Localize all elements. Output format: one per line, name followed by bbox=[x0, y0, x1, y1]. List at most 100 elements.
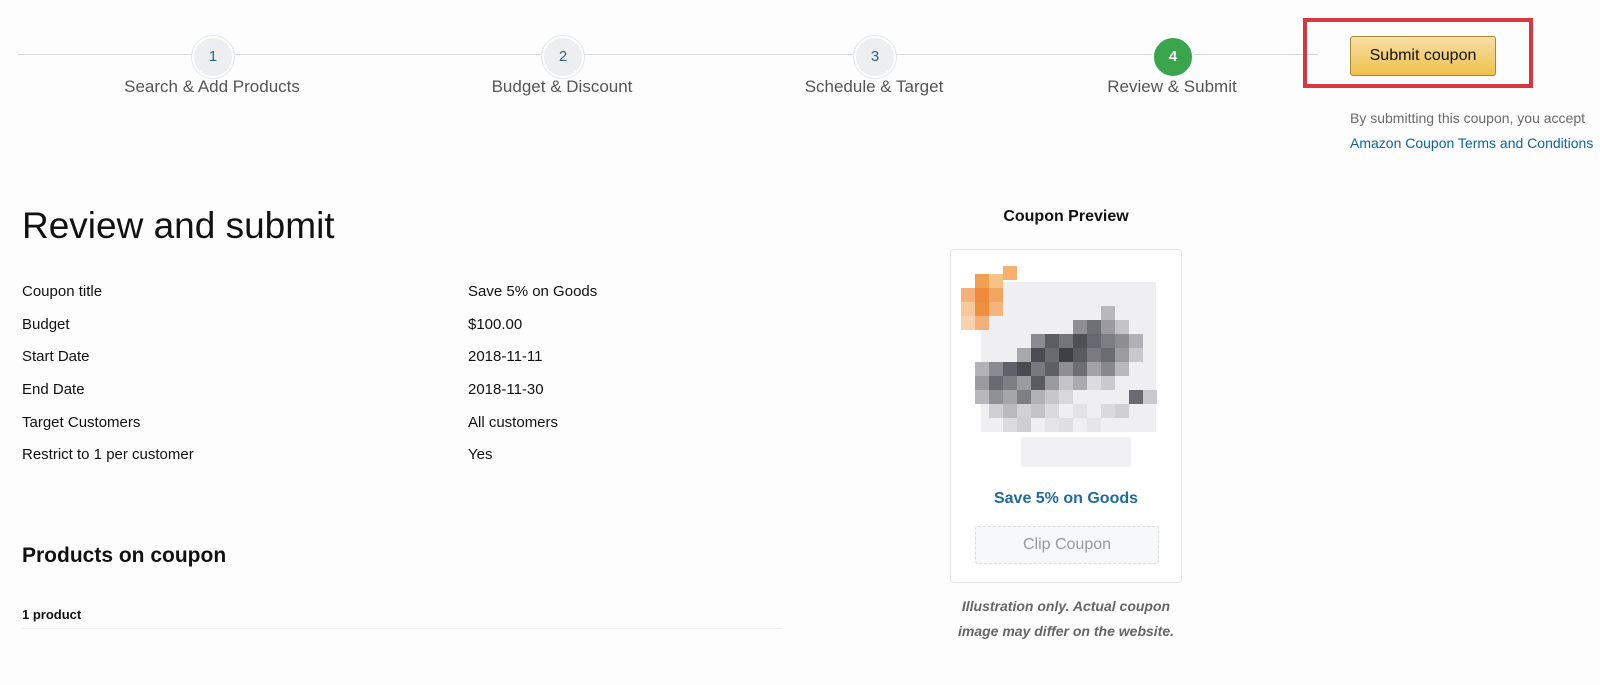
image-pixel bbox=[1003, 418, 1017, 432]
step-1-number: 1 bbox=[192, 36, 234, 78]
step-4-number: 4 bbox=[1152, 36, 1194, 78]
image-pixel bbox=[975, 274, 989, 288]
image-pixel bbox=[1115, 404, 1129, 418]
image-pixel bbox=[1045, 390, 1059, 404]
submit-coupon-button[interactable]: Submit coupon bbox=[1350, 36, 1496, 76]
image-pixel bbox=[1115, 362, 1129, 376]
image-pixel bbox=[1003, 390, 1017, 404]
image-pixel bbox=[1031, 376, 1045, 390]
step-1-label: Search & Add Products bbox=[124, 77, 300, 96]
preview-disclaimer: Illustration only. Actual coupon image m… bbox=[957, 598, 1175, 639]
image-pixel bbox=[1031, 334, 1045, 348]
terms-link[interactable]: Amazon Coupon Terms and Conditions bbox=[1350, 135, 1593, 151]
image-pixel bbox=[975, 288, 989, 302]
image-pixel bbox=[1045, 362, 1059, 376]
image-pixel bbox=[1129, 334, 1143, 348]
image-pixel bbox=[1101, 362, 1115, 376]
step-4-label: Review & Submit bbox=[1107, 77, 1237, 96]
products-heading: Products on coupon bbox=[22, 544, 227, 567]
image-pixel bbox=[961, 288, 975, 302]
image-pixel bbox=[1003, 376, 1017, 390]
image-pixel bbox=[1087, 376, 1101, 390]
image-pixel bbox=[1045, 418, 1059, 432]
image-pixel bbox=[1073, 404, 1087, 418]
image-pixel bbox=[975, 362, 989, 376]
image-pixel bbox=[1045, 334, 1059, 348]
image-pixel bbox=[1017, 404, 1031, 418]
image-pixel bbox=[1101, 376, 1115, 390]
coupon-preview-card: Save 5% on Goods Clip Coupon bbox=[950, 249, 1182, 583]
image-pixel bbox=[975, 376, 989, 390]
image-pixel bbox=[961, 302, 975, 316]
image-pixel bbox=[1059, 390, 1073, 404]
image-pixel bbox=[975, 390, 989, 404]
image-pixel bbox=[1017, 390, 1031, 404]
detail-label: Coupon title bbox=[22, 283, 103, 300]
image-pixel bbox=[1059, 362, 1073, 376]
detail-value: 2018-11-30 bbox=[468, 381, 544, 399]
image-pixel bbox=[975, 302, 989, 316]
detail-label: Budget bbox=[22, 315, 70, 333]
detail-value: Yes bbox=[468, 446, 493, 464]
image-pixel bbox=[1045, 348, 1059, 362]
terms-prefix: By submitting this coupon, you accept bbox=[1350, 110, 1586, 126]
detail-value: $100.00 bbox=[468, 315, 523, 333]
detail-label: Start Date bbox=[22, 348, 90, 366]
image-pixel bbox=[1059, 418, 1073, 432]
step-2-label: Budget & Discount bbox=[491, 77, 633, 96]
product-count: 1 product bbox=[22, 607, 82, 622]
image-pixel bbox=[1073, 320, 1087, 334]
image-pixel bbox=[1017, 362, 1031, 376]
image-pixel bbox=[1101, 334, 1115, 348]
detail-label: End Date bbox=[22, 381, 85, 399]
image-pixel bbox=[1073, 362, 1087, 376]
image-pixel bbox=[1073, 334, 1087, 348]
image-pixel bbox=[1003, 362, 1017, 376]
image-pixel bbox=[1115, 334, 1129, 348]
detail-label: Restrict to 1 per customer bbox=[22, 446, 194, 464]
coupon-preview-title: Save 5% on Goods bbox=[993, 490, 1139, 507]
coupon-preview-heading: Coupon Preview bbox=[1003, 208, 1129, 225]
image-pixel bbox=[1129, 348, 1143, 362]
image-pixel bbox=[989, 404, 1003, 418]
image-pixel bbox=[975, 316, 989, 330]
image-pixel bbox=[1017, 348, 1031, 362]
image-pixel bbox=[1073, 348, 1087, 362]
page-title: Review and submit bbox=[22, 205, 335, 246]
image-pixel bbox=[1045, 376, 1059, 390]
image-pixel bbox=[1087, 334, 1101, 348]
step-3-label: Schedule & Target bbox=[804, 77, 944, 96]
image-pixel bbox=[1087, 320, 1101, 334]
image-pixel bbox=[1115, 320, 1129, 334]
image-pixel bbox=[1031, 404, 1045, 418]
image-pixel bbox=[1045, 404, 1059, 418]
detail-value: All customers bbox=[468, 413, 559, 431]
image-pixel bbox=[1101, 404, 1115, 418]
image-pixel bbox=[1059, 334, 1073, 348]
image-pixel bbox=[1115, 348, 1129, 362]
image-pixel bbox=[989, 302, 1003, 316]
image-pixel bbox=[1031, 362, 1045, 376]
detail-label: Target Customers bbox=[22, 413, 141, 431]
image-pixel bbox=[1059, 348, 1073, 362]
image-pixel bbox=[1087, 362, 1101, 376]
step-3-number: 3 bbox=[854, 36, 896, 78]
products-divider bbox=[22, 628, 782, 629]
detail-value: Save 5% on Goods bbox=[468, 283, 598, 300]
clip-coupon-button[interactable]: Clip Coupon bbox=[975, 526, 1159, 564]
image-pixel bbox=[989, 376, 1003, 390]
image-pixel bbox=[961, 316, 975, 330]
image-pixel bbox=[1101, 348, 1115, 362]
image-pixel bbox=[1059, 376, 1073, 390]
image-pixel bbox=[1129, 390, 1143, 404]
image-pixel bbox=[1003, 266, 1017, 280]
image-pixel bbox=[1031, 390, 1045, 404]
product-image-pixelated bbox=[961, 262, 1161, 472]
image-pixel bbox=[1073, 376, 1087, 390]
image-pixel bbox=[1087, 418, 1101, 432]
image-pixel bbox=[1143, 390, 1157, 404]
image-pixel bbox=[989, 288, 1003, 302]
image-pixel bbox=[1101, 306, 1115, 320]
image-pixel bbox=[1031, 348, 1045, 362]
image-pixel bbox=[989, 390, 1003, 404]
